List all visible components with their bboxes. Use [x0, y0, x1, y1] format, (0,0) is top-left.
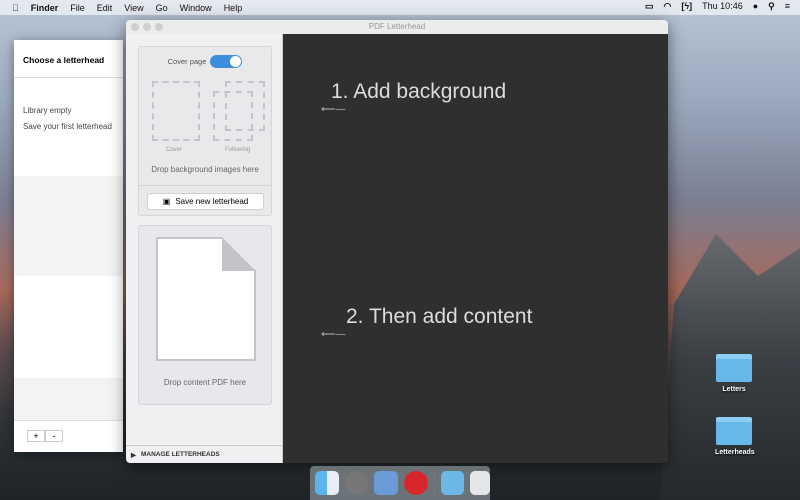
zoom-button[interactable]	[155, 23, 163, 31]
step-1-text: 1. Add background	[331, 80, 507, 103]
clock[interactable]: Thu 10:46	[702, 1, 743, 12]
drop-background-text: Drop background images here	[151, 165, 259, 174]
manage-letterheads-button[interactable]: ▶ MANAGE LETTERHEADS	[126, 445, 282, 463]
following-page-icon-back	[225, 81, 265, 131]
save-label: Save new letterhead	[175, 197, 249, 206]
menu-view[interactable]: View	[124, 3, 143, 13]
close-button[interactable]	[131, 23, 139, 31]
sidebar: Cover page Cover Following Drop backgrou…	[126, 34, 283, 463]
menu-finder[interactable]: Finder	[31, 3, 59, 13]
spotlight-icon[interactable]: ⚲	[768, 1, 775, 12]
letterhead-library-window: Choose a letterhead Library empty Save y…	[14, 40, 123, 452]
library-footer: + -	[14, 420, 123, 452]
trash-icon[interactable]	[470, 471, 490, 495]
title-bar: PDF Letterhead	[126, 20, 668, 34]
user-icon[interactable]: ●	[753, 1, 758, 12]
cover-page-label: Cover page	[167, 57, 207, 66]
folder-letters[interactable]: Letters	[715, 354, 753, 393]
play-icon: ▶	[131, 451, 136, 459]
menu-edit[interactable]: Edit	[97, 3, 113, 13]
dock	[310, 466, 490, 500]
cover-page-toggle[interactable]	[210, 55, 243, 68]
folder-letterheads[interactable]: Letterheads	[715, 417, 755, 456]
launchpad-icon[interactable]	[344, 471, 369, 495]
add-button[interactable]: +	[27, 430, 45, 442]
wifi-icon[interactable]: ◠	[664, 1, 672, 12]
dock-divider	[433, 470, 435, 496]
folder-icon	[716, 354, 752, 382]
menu-window[interactable]: Window	[180, 3, 212, 13]
cover-page-icon	[152, 81, 200, 141]
preview-area: 1. Add background ⟵— 2. Then add content…	[283, 34, 668, 463]
apple-icon[interactable]: 	[12, 3, 19, 13]
save-letterhead-button[interactable]: ▣ Save new letterhead	[147, 193, 264, 210]
menu-file[interactable]: File	[70, 3, 85, 13]
battery-icon[interactable]: [ϟ]	[681, 1, 692, 12]
finder-icon[interactable]	[315, 471, 339, 495]
divider	[139, 185, 271, 186]
window-title: PDF Letterhead	[368, 22, 426, 31]
following-label: Following	[225, 147, 251, 153]
remove-button[interactable]: -	[45, 430, 63, 442]
folder-label: Letters	[722, 386, 746, 393]
manage-label: MANAGE LETTERHEADS	[141, 451, 220, 458]
library-hint-text: Save your first letterhead	[23, 122, 112, 131]
library-title: Choose a letterhead	[14, 40, 123, 78]
document-icon	[156, 237, 256, 361]
preview-app-icon[interactable]	[374, 471, 398, 495]
cover-label: Cover	[166, 147, 183, 153]
background-drop-zone[interactable]: Cover page Cover Following Drop backgrou…	[138, 46, 272, 216]
downloads-folder-icon[interactable]	[440, 471, 465, 495]
library-empty-text: Library empty	[23, 106, 72, 115]
content-drop-zone[interactable]: Drop content PDF here	[138, 225, 272, 405]
menu-help[interactable]: Help	[224, 3, 243, 13]
notification-center-icon[interactable]: ≡	[785, 1, 790, 12]
arrow-left-icon: ⟵—	[321, 329, 346, 340]
airplay-icon[interactable]: ▭	[645, 1, 654, 12]
menu-go[interactable]: Go	[156, 3, 168, 13]
pdf-letterhead-icon[interactable]	[403, 471, 428, 495]
library-row	[14, 378, 123, 420]
arrow-left-icon: ⟵—	[321, 104, 346, 115]
document-fold-icon	[222, 237, 256, 271]
folder-label: Letterheads	[715, 449, 755, 456]
main-window: PDF Letterhead Cover page Cover Followin…	[126, 20, 668, 463]
library-row	[14, 176, 123, 276]
folder-icon	[716, 417, 752, 445]
minimize-button[interactable]	[143, 23, 151, 31]
step-2-text: 2. Then add content	[346, 305, 533, 328]
save-icon: ▣	[162, 197, 171, 206]
drop-content-text: Drop content PDF here	[163, 378, 247, 387]
menu-bar:  Finder File Edit View Go Window Help ▭…	[0, 0, 800, 15]
